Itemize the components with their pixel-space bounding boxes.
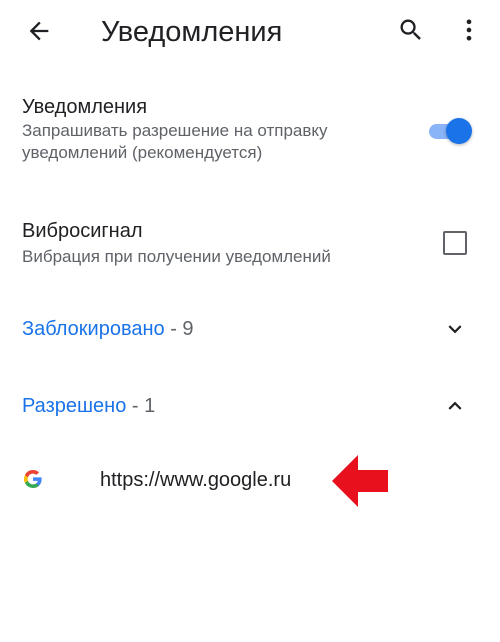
blocked-sites-group-header[interactable]: Заблокировано - 9 [0,309,500,349]
top-app-bar: Уведомления [0,0,500,64]
blocked-group-count: - 9 [164,318,194,340]
red-arrow-left-icon [332,455,388,507]
allowed-group-count: - 1 [126,395,156,417]
search-button[interactable] [394,13,428,47]
vibration-setting-row[interactable]: Вибросигнал Вибрация при получении уведо… [0,214,500,284]
chevron-down-icon [448,325,462,334]
notifications-setting-row[interactable]: Уведомления Запрашивать разрешение на от… [0,90,500,180]
back-button[interactable] [22,14,56,48]
arrow-back-icon [29,21,49,41]
notifications-setting-subtitle: Запрашивать разрешение на отправку уведо… [22,121,328,162]
expand-blocked-button[interactable] [442,317,468,341]
toggle-thumb [446,118,472,144]
blocked-group-label: Заблокировано - 9 [22,316,194,342]
google-g-icon [24,470,42,488]
blocked-group-title: Заблокировано [22,318,165,340]
notifications-settings-screen: Уведомления Уведомления Запрашивать разр… [0,0,500,642]
collapse-allowed-button[interactable] [442,394,468,418]
allowed-sites-group-header[interactable]: Разрешено - 1 [0,386,500,426]
allowed-group-label: Разрешено - 1 [22,393,155,419]
search-icon [400,19,421,40]
page-title: Уведомления [101,16,283,48]
chevron-up-icon [448,401,462,410]
notifications-toggle[interactable] [427,117,473,145]
more-options-button[interactable] [454,13,484,47]
notifications-setting-title: Уведомления [22,96,148,118]
vibration-setting-title: Вибросигнал [22,220,143,242]
vibration-checkbox[interactable] [443,231,467,255]
site-list-item[interactable]: https://www.google.ru [0,456,500,504]
vibration-setting-subtitle: Вибрация при получении уведомлений [22,247,331,266]
more-vert-icon [466,19,472,41]
site-url: https://www.google.ru [100,469,292,491]
allowed-group-title: Разрешено [22,395,127,417]
